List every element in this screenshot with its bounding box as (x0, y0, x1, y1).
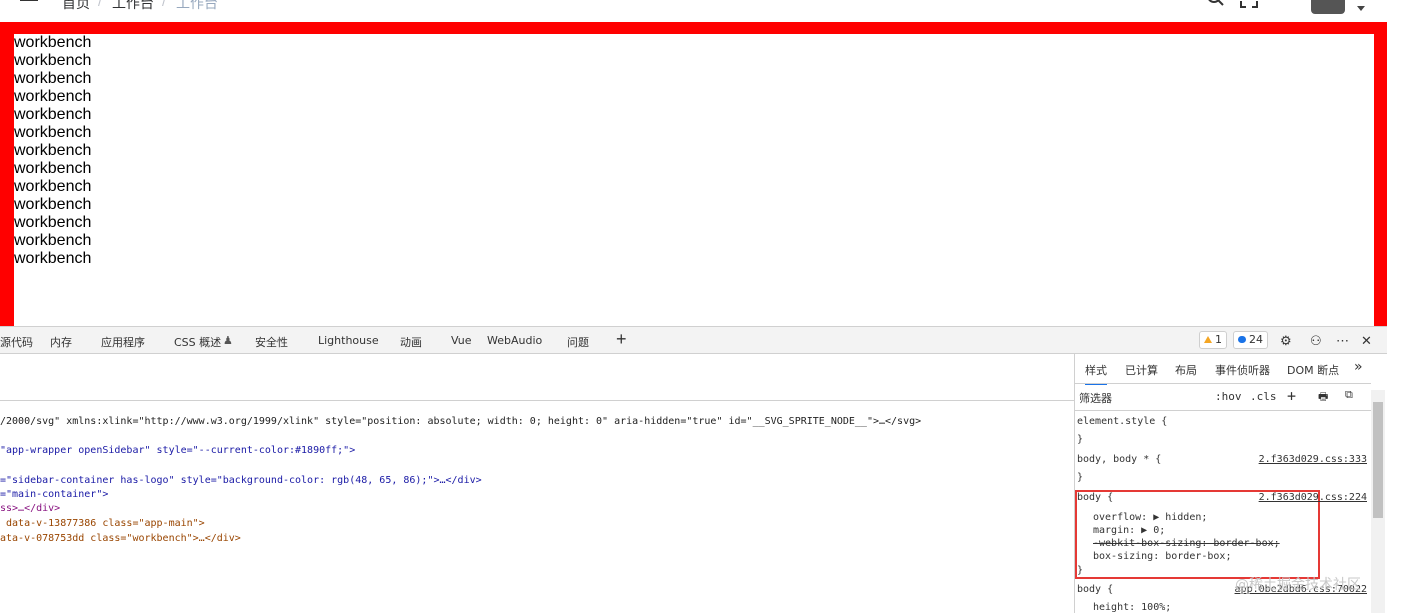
tab-styles[interactable]: 样式 (1085, 362, 1107, 385)
breadcrumb-workbench[interactable]: 工作台 (112, 0, 154, 13)
workbench-line: workbench (14, 232, 92, 249)
filter-input[interactable]: 筛选器 (1079, 390, 1112, 406)
workbench-line: workbench (14, 160, 92, 177)
rule-body: body { (1077, 584, 1114, 595)
tab-vue[interactable]: Vue (451, 334, 472, 347)
tab-memory[interactable]: 内存 (50, 334, 72, 350)
chevron-down-icon[interactable] (1357, 6, 1365, 11)
watermark: @稀土掘金技术社区 (1235, 577, 1361, 593)
remote-devices-icon[interactable]: ⚇ (1310, 333, 1322, 349)
workbench-line: workbench (14, 250, 92, 267)
app-main: workbench workbench workbench workbench work… (0, 22, 1387, 326)
rule-source-link[interactable]: 2.f363d029.css:224 (1259, 492, 1367, 503)
new-rule-icon[interactable]: + (1287, 387, 1296, 405)
workbench-line: workbench (14, 214, 92, 231)
divider (1075, 410, 1371, 411)
tab-event-listeners[interactable]: 事件侦听器 (1215, 362, 1270, 378)
decl-overflow[interactable]: overflow: ▶ hidden; (1093, 512, 1207, 524)
decl-webkit-box-sizing[interactable]: -webkit-box-sizing: border-box; (1093, 538, 1280, 550)
tab-dom-breakpoints[interactable]: DOM 断点 (1287, 362, 1339, 378)
decl-margin[interactable]: margin: ▶ 0; (1093, 525, 1165, 537)
dom-node-main-container[interactable]: ="main-container"> (0, 489, 108, 501)
dom-node-app-main[interactable]: data-v-13877386 class="app-main"> (0, 518, 205, 530)
dom-node-app-wrapper[interactable]: "app-wrapper openSidebar" style="--curre… (0, 445, 355, 457)
warning-icon (1204, 336, 1212, 343)
warnings-badge[interactable]: 1 (1199, 331, 1227, 349)
workbench-line: workbench (14, 196, 92, 213)
workbench: workbench workbench workbench workbench work… (8, 34, 1374, 326)
rule-close: } (1077, 565, 1084, 576)
gear-icon[interactable]: ⚙ (1280, 333, 1292, 349)
scrollbar-thumb[interactable] (1373, 402, 1383, 518)
breadcrumb-current: 工作台 (176, 0, 218, 12)
decl-box-sizing[interactable]: box-sizing: border-box; (1093, 551, 1231, 563)
messages-badge[interactable]: 24 (1233, 331, 1268, 349)
workbench-line: workbench (14, 34, 92, 51)
styles-scrollbar[interactable] (1371, 390, 1385, 613)
breadcrumb-home[interactable]: 首页 (62, 0, 90, 13)
message-icon (1238, 336, 1246, 343)
divider (1075, 383, 1371, 384)
workbench-line: workbench (14, 88, 92, 105)
decl-height[interactable]: height: 100%; (1093, 602, 1171, 614)
dom-node-workbench[interactable]: ata-v-078753dd class="workbench">…</div> (0, 533, 241, 545)
rule-element-style: element.style { (1077, 416, 1168, 427)
rule-close: } (1077, 434, 1084, 445)
tab-security[interactable]: 安全性 (255, 334, 288, 350)
elements-panel: /2000/svg" xmlns:xlink="http://www.w3.or… (0, 354, 1075, 613)
workbench-line: workbench (14, 142, 92, 159)
tab-application[interactable]: 应用程序 (101, 334, 145, 350)
print-icon[interactable]: 🖶 (1318, 388, 1328, 407)
workbench-line: workbench (14, 106, 92, 123)
avatar[interactable] (1311, 0, 1345, 14)
divider (0, 400, 1074, 401)
right-gutter (1387, 0, 1415, 613)
search-icon[interactable] (1206, 0, 1224, 8)
cls-button[interactable]: .cls (1250, 390, 1277, 403)
tab-css-overview[interactable]: CSS 概述 (174, 334, 221, 350)
close-icon[interactable]: ✕ (1361, 333, 1372, 349)
breadcrumb-separator: / (98, 0, 102, 9)
flask-icon: ♟ (223, 334, 233, 347)
tab-webaudio[interactable]: WebAudio (487, 334, 542, 347)
hamburger-icon[interactable] (20, 0, 38, 4)
more-tabs-icon[interactable]: » (1354, 359, 1363, 375)
rule-body: body { (1077, 492, 1114, 503)
hov-button[interactable]: :hov (1215, 390, 1242, 403)
sidebar-toggle-icon[interactable]: ⧉ (1345, 388, 1353, 402)
workbench-line: workbench (14, 178, 92, 195)
tab-issues[interactable]: 问题 (567, 334, 589, 350)
rule-source-link[interactable]: 2.f363d029.css:333 (1259, 454, 1367, 465)
workbench-line: workbench (14, 70, 92, 87)
breadcrumb-separator: / (162, 0, 166, 9)
tab-layout[interactable]: 布局 (1175, 362, 1197, 378)
tab-animations[interactable]: 动画 (400, 334, 422, 350)
navbar: 首页 / 工作台 / 工作台 (0, 0, 1387, 22)
tab-computed[interactable]: 已计算 (1125, 362, 1158, 378)
rule-close: } (1077, 472, 1084, 483)
devtools-tabbar: 源代码 内存 应用程序 CSS 概述 ♟ 安全性 Lighthouse 动画 V… (0, 326, 1387, 354)
rule-body-star: body, body * { (1077, 454, 1162, 465)
workbench-line: workbench (14, 52, 92, 69)
add-tab-icon[interactable]: + (616, 329, 627, 350)
tab-sources[interactable]: 源代码 (0, 334, 33, 350)
dom-node-svg[interactable]: /2000/svg" xmlns:xlink="http://www.w3.or… (0, 416, 921, 428)
more-options-icon[interactable]: ⋯ (1336, 333, 1349, 349)
tab-lighthouse[interactable]: Lighthouse (318, 334, 379, 347)
fullscreen-icon[interactable] (1240, 0, 1258, 8)
dom-node-navbar[interactable]: ss>…</div> (0, 503, 60, 515)
font-size-icon[interactable] (1272, 0, 1290, 8)
dom-node-sidebar[interactable]: ="sidebar-container has-logo" style="bac… (0, 475, 482, 487)
workbench-line: workbench (14, 124, 92, 141)
